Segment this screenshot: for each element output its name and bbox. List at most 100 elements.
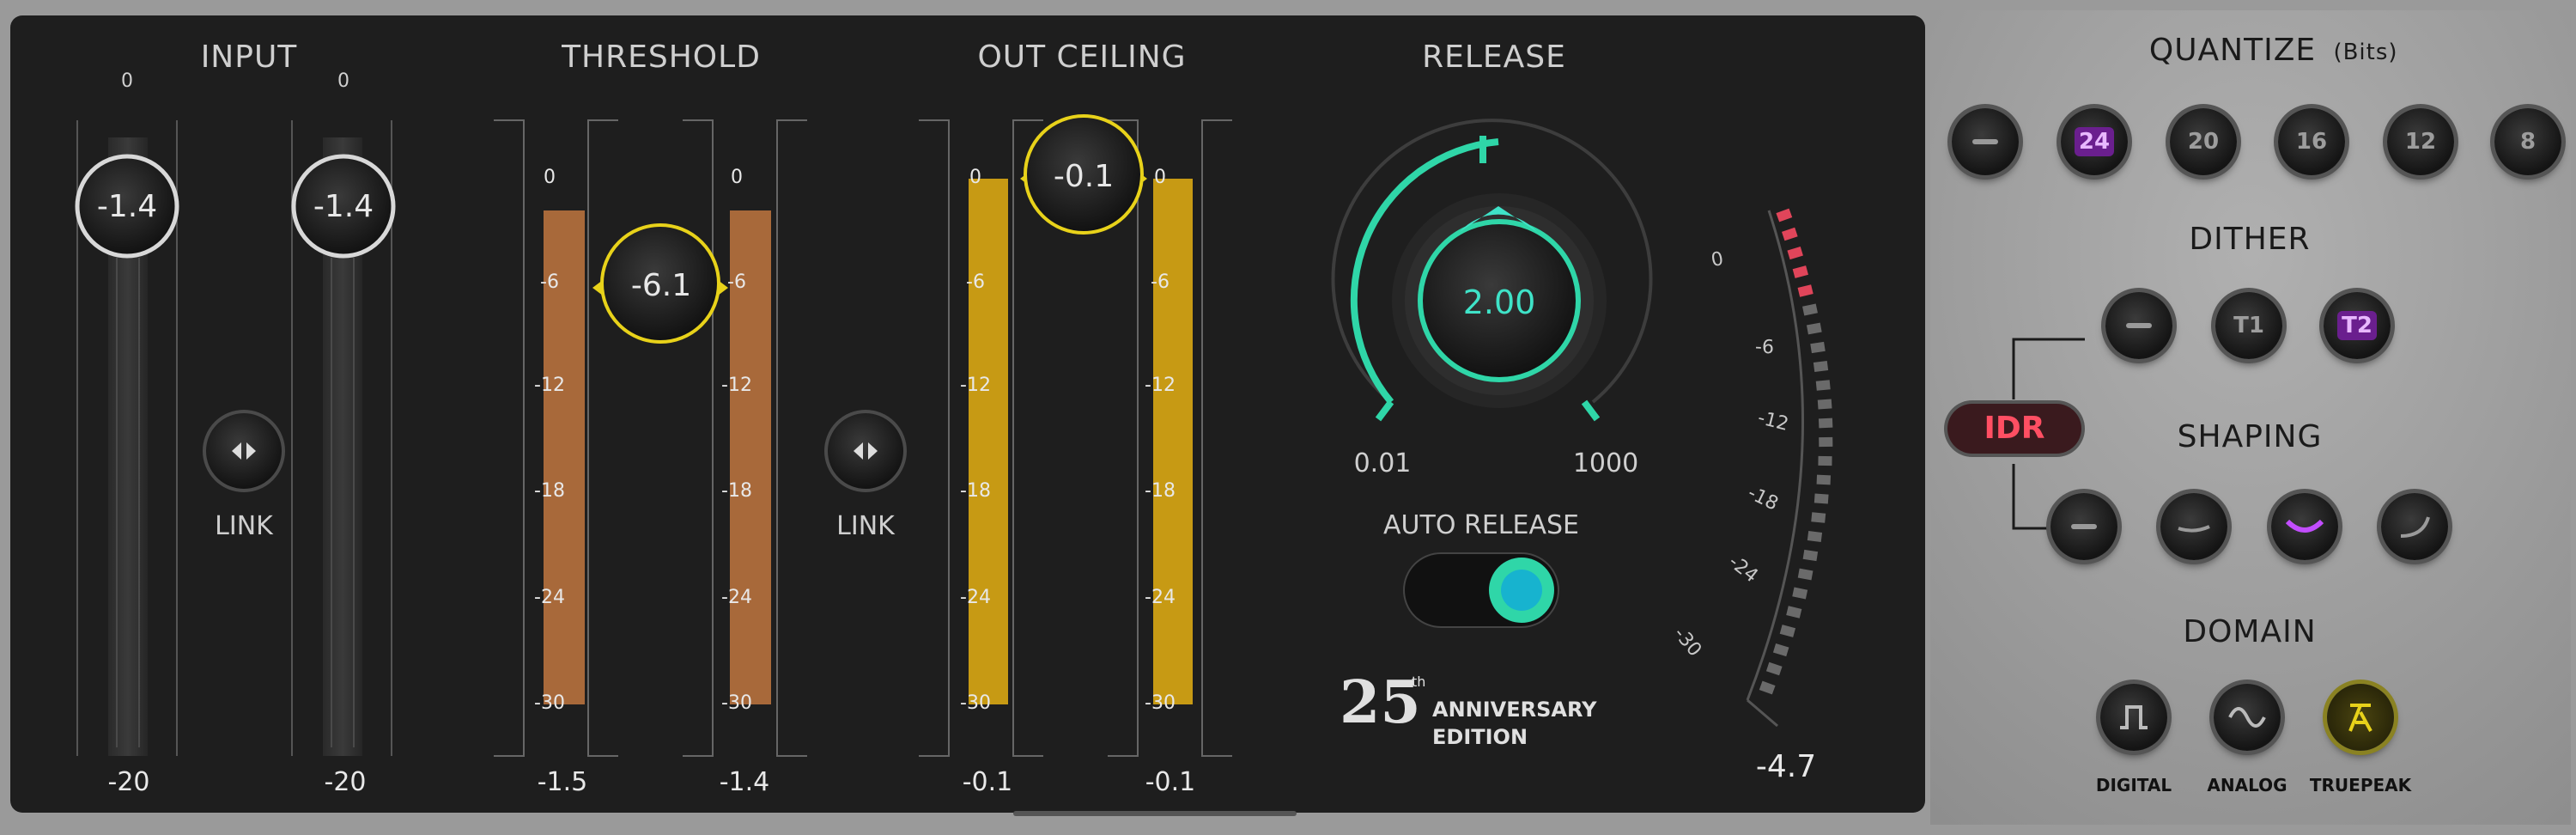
sine-wave-icon: [2228, 704, 2266, 730]
threshold-title: THRESHOLD: [562, 40, 761, 75]
dither-label: T2: [2337, 311, 2377, 340]
input-right-value: -1.4: [313, 189, 374, 224]
meter-scale-label: -24: [1145, 587, 1176, 608]
input-right-bottom: -20: [324, 767, 367, 797]
shaping-button-none[interactable]: [2050, 493, 2117, 560]
meter-scale-label: -12: [534, 375, 565, 396]
auto-release-label: AUTO RELEASE: [1383, 510, 1579, 540]
meter-scale-label: 0: [544, 167, 556, 188]
anniversary-suffix: th: [1412, 673, 1426, 690]
release-title: RELEASE: [1422, 40, 1566, 75]
domain-label: DIGITAL: [2095, 775, 2172, 795]
meter-scale-label: -30: [1145, 692, 1176, 714]
anniversary-line1: ANNIVERSARY: [1432, 698, 1597, 722]
atten-segment: [1814, 493, 1829, 504]
release-max-label: 1000: [1572, 448, 1639, 478]
input-link-label: LINK: [215, 511, 273, 541]
square-wave-icon: [2117, 702, 2151, 733]
input-left-top-mark: 0: [121, 70, 133, 92]
dither-title: DITHER: [2189, 222, 2311, 257]
input-link-button[interactable]: [203, 410, 285, 492]
auto-release-toggle[interactable]: [1403, 552, 1559, 628]
meter-scale-label: -12: [960, 375, 991, 396]
meter-scale-label: -24: [721, 587, 752, 608]
dither-button[interactable]: [2105, 292, 2172, 359]
domain-title: DOMAIN: [2183, 614, 2317, 649]
quantize-button[interactable]: [1952, 108, 2019, 175]
release-value: 2.00: [1462, 283, 1536, 321]
atten-segment: [1818, 418, 1833, 429]
input-title: INPUT: [200, 40, 298, 75]
meter-scale-label: -6: [727, 271, 746, 293]
ceiling-link-label: LINK: [836, 511, 895, 541]
meter-scale-label: -30: [960, 692, 991, 714]
meter-scale-label: -12: [721, 375, 752, 396]
ceiling-link-button[interactable]: [824, 410, 907, 492]
anniversary-line2: EDITION: [1432, 725, 1528, 749]
quantize-button[interactable]: 8: [2494, 108, 2561, 175]
input-left-value: -1.4: [96, 189, 158, 224]
release-min-label: 0.01: [1353, 448, 1412, 478]
meter-scale-label: -30: [721, 692, 752, 714]
bottom-scroll-handle[interactable]: [1013, 811, 1297, 816]
ceiling-left-bar: [969, 179, 1008, 704]
input-left-bottom: -20: [107, 767, 150, 797]
quantize-button[interactable]: 16: [2278, 108, 2345, 175]
meter-scale-label: 0: [969, 167, 981, 188]
atten-readout: -4.7: [1755, 749, 1817, 784]
quantize-title: QUANTIZE: [2148, 33, 2317, 68]
meter-scale-label: -6: [1151, 271, 1170, 293]
meter-scale-label: -18: [1145, 480, 1176, 502]
atten-segment: [1818, 455, 1832, 466]
threshold-left-bottom: -1.5: [537, 767, 588, 797]
shaping-button-high[interactable]: [2381, 493, 2448, 560]
meter-scale-label: -24: [534, 587, 565, 608]
off-dash-icon: [2126, 323, 2152, 328]
ceiling-value: -0.1: [1053, 159, 1115, 194]
dither-button[interactable]: T2: [2324, 292, 2391, 359]
ceiling-right-bottom: -0.1: [1145, 767, 1196, 797]
shaping-curve-icon: [2397, 514, 2432, 539]
meter-scale-label: -6: [966, 271, 985, 293]
quantize-subtitle: (Bits): [2333, 40, 2398, 65]
shaping-button-medium[interactable]: [2271, 493, 2338, 560]
ceiling-title: OUT CEILING: [977, 40, 1187, 75]
meter-scale-label: -24: [960, 587, 991, 608]
atten-segment: [1811, 512, 1826, 523]
domain-label: TRUEPEAK: [2309, 775, 2412, 795]
domain-button-digital[interactable]: [2100, 684, 2167, 751]
ceiling-left-bottom: -0.1: [962, 767, 1013, 797]
domain-button-analog[interactable]: [2214, 684, 2281, 751]
atten-segment: [1817, 399, 1832, 410]
meter-scale-label: -12: [1145, 375, 1176, 396]
atten-segment: [1815, 380, 1831, 391]
dither-button[interactable]: T1: [2215, 292, 2282, 359]
quantize-label: 24: [2074, 127, 2115, 156]
shaping-button-low[interactable]: [2160, 493, 2227, 560]
atten-segment: [1813, 361, 1829, 372]
threshold-value: -6.1: [630, 268, 692, 303]
meter-scale-label: -30: [534, 692, 565, 714]
shaping-title: SHAPING: [2177, 419, 2323, 454]
atten-scale-label: -6: [1754, 336, 1775, 359]
domain-label: ANALOG: [2207, 775, 2287, 795]
atten-segment: [1807, 531, 1823, 542]
shaping-curve-icon: [2071, 524, 2097, 529]
anniversary-number: 25: [1340, 668, 1421, 737]
domain-button-truepeak[interactable]: [2327, 684, 2394, 751]
atten-segment: [1816, 474, 1832, 485]
quantize-button[interactable]: 20: [2170, 108, 2237, 175]
meter-scale-label: -18: [721, 480, 752, 502]
threshold-right-bottom: -1.4: [719, 767, 770, 797]
input-right-top-mark: 0: [337, 70, 349, 92]
quantize-button[interactable]: 12: [2387, 108, 2454, 175]
atten-segment: [1819, 436, 1833, 448]
plugin-window: INPUT THRESHOLD OUT CEILING RELEASE 0 0 …: [0, 0, 2576, 835]
idr-button[interactable]: IDR: [1947, 404, 2081, 454]
truepeak-icon: [2343, 700, 2378, 734]
quantize-button[interactable]: 24: [2061, 108, 2128, 175]
meter-scale-label: -18: [960, 480, 991, 502]
meter-scale-label: 0: [731, 167, 743, 188]
shaping-curve-icon: [2177, 518, 2211, 535]
meter-scale-label: -18: [534, 480, 565, 502]
